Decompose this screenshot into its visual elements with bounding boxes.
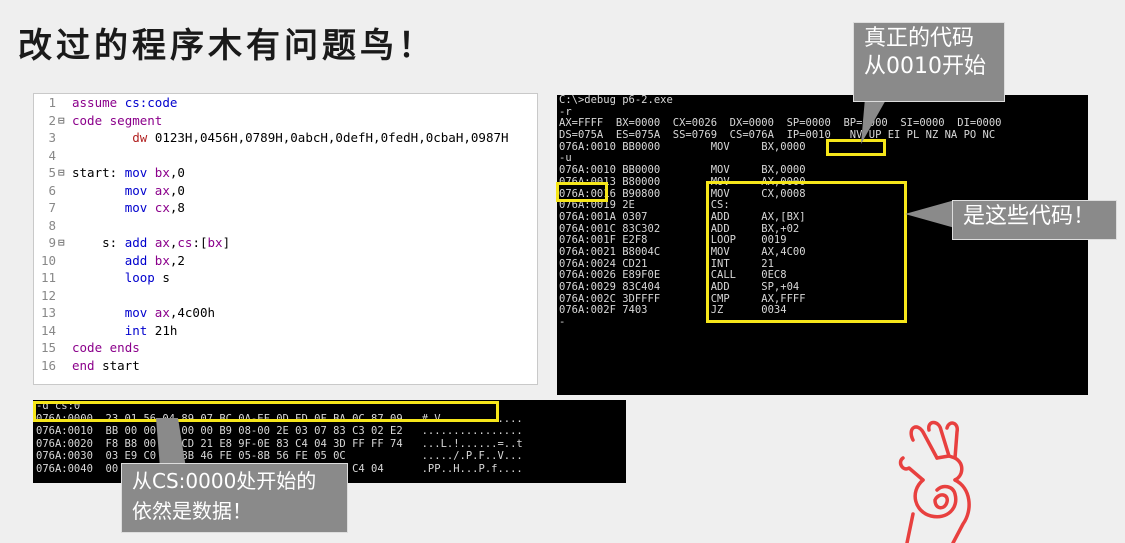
line-number: 2: [48, 112, 56, 128]
code-text: loop s: [124, 270, 170, 285]
line-number: 10: [40, 252, 56, 268]
code-text: code segment: [72, 112, 163, 128]
callout-pointer-real-code: [861, 98, 887, 144]
code-line: 2 ⊟ code segment: [34, 112, 537, 130]
code-line: 16 end start: [34, 357, 537, 375]
code-line: 6 mov ax,0: [34, 182, 537, 200]
line-number: 16: [40, 357, 56, 373]
code-line: 4: [34, 147, 537, 165]
callout-pointer-these-code: [905, 200, 955, 228]
line-number: 6: [48, 182, 56, 198]
first-address-highlight-box: [556, 182, 608, 202]
code-text: mov ax,4c00h: [124, 305, 216, 320]
line-number: 9: [48, 235, 56, 250]
line-number: 13: [40, 305, 56, 320]
fold-toggle-icon[interactable]: ⊟: [58, 112, 70, 130]
code-line: 8: [34, 217, 537, 235]
code-text: add bx,2: [124, 252, 185, 268]
console-line: C:\>debug p6-2.exe: [559, 94, 673, 106]
line-number: 5: [48, 165, 56, 180]
line-number: 4: [48, 147, 56, 163]
fold-toggle-icon[interactable]: ⊟: [58, 164, 70, 182]
line-number: 1: [48, 95, 56, 110]
console-line: 076A:0010 BB0000 MOV BX,0000: [559, 140, 806, 153]
code-text: mov ax,0: [124, 182, 185, 198]
code-line: 14 int 21h: [34, 322, 537, 340]
code-text: s: add ax,cs:[bx]: [102, 235, 231, 250]
code-text: mov cx,8: [124, 200, 185, 215]
code-line: 1 assume cs:code: [34, 94, 537, 112]
code-line: 3 dw 0123H,0456H,0789H,0abcH,0defH,0fedH…: [34, 129, 537, 147]
code-text: int 21h: [124, 322, 178, 338]
dump-line: 076A:0030 03 E9 C0 00 8B 46 FE 05-8B 56 …: [36, 450, 523, 462]
code-line: 12: [34, 287, 537, 305]
code-text: assume cs:code: [72, 95, 178, 110]
line-number: 8: [48, 217, 56, 233]
dump-line: 076A:0020 F8 B8 00 4C CD 21 E8 9F-0E 83 …: [36, 437, 523, 450]
code-line: 15 code ends: [34, 339, 537, 357]
callout-real-code: 真正的代码 从0010开始: [853, 22, 1005, 102]
code-editor: 1 assume cs:code 2 ⊟ code segment 3 dw 0123H,…: [33, 93, 538, 385]
line-number: 12: [40, 287, 56, 303]
line-number: 14: [40, 322, 56, 338]
code-text: start: mov bx,0: [72, 165, 185, 180]
code-line: 9 ⊟ s: add ax,cs:[bx]: [34, 234, 537, 252]
code-line: 10 add bx,2: [34, 252, 537, 270]
code-line: 13 mov ax,4c00h: [34, 304, 537, 322]
callout-still-data: 从CS:0000处开始的 依然是数据！: [121, 463, 348, 533]
dump-first-row-highlight-box: [33, 401, 499, 422]
line-number: 3: [48, 130, 56, 145]
code-line: 7 mov cx,8: [34, 199, 537, 217]
instructions-highlight-box: [706, 181, 907, 323]
code-line: 11 loop s: [34, 269, 537, 287]
code-line: 5 ⊟ start: mov bx,0: [34, 164, 537, 182]
code-text: code ends: [72, 340, 140, 355]
fold-toggle-icon[interactable]: ⊟: [58, 234, 70, 252]
ok-hand-icon: [898, 420, 971, 543]
code-text: end start: [72, 357, 140, 373]
line-number: 11: [40, 270, 56, 285]
dump-line: 076A:0010 BB 00 00 B8 00 00 B9 08-00 2E …: [36, 425, 523, 437]
console-line: DS=075A ES=075A SS=0769 CS=076A IP=0010 …: [559, 129, 996, 142]
page-title: 改过的程序木有问题鸟！: [18, 26, 436, 66]
callout-these-code: 是这些代码！: [952, 200, 1117, 240]
line-number: 7: [48, 200, 56, 215]
code-text: dw 0123H,0456H,0789H,0abcH,0defH,0fedH,0…: [132, 130, 509, 145]
line-number: 15: [40, 340, 56, 355]
